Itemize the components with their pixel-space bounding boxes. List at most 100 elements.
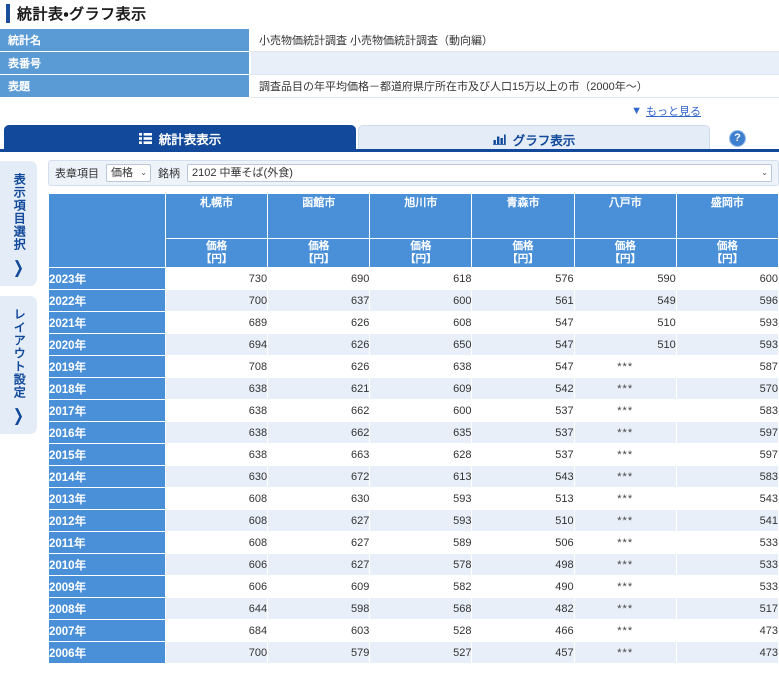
table-row: 2013年 608 630 593 513 *** 543 <box>48 487 779 510</box>
metadata-row-statistic-name: 統計名 小売物価統計調査 小売物価統計調査（動向編） <box>0 29 779 52</box>
table-cell-value: 510 <box>573 333 677 356</box>
unit-suffix: 【円】 <box>609 253 641 265</box>
row-header-year: 2023年 <box>48 267 166 290</box>
table-cell-value: 593 <box>675 333 779 356</box>
table-cell-value: 730 <box>164 267 269 290</box>
row-header-year: 2013年 <box>48 487 166 510</box>
sidebar-item-display-item-select[interactable]: 表示項目選択 ❯ <box>0 161 37 286</box>
table-cell-value: 700 <box>164 641 269 664</box>
metadata-label-table-title: 表題 <box>0 74 251 98</box>
table-cell-missing: *** <box>573 575 677 598</box>
table-row: 2017年 638 662 600 537 *** 583 <box>48 399 779 422</box>
row-header-year: 2019年 <box>48 355 166 378</box>
metadata-label-table-number: 表番号 <box>0 51 251 75</box>
table-cell-value: 582 <box>369 575 473 598</box>
side-tab-group: 表示項目選択 ❯ レイアウト設定 ❯ <box>0 161 37 444</box>
help-icon[interactable]: ? <box>729 130 746 147</box>
table-cell-value: 694 <box>164 333 269 356</box>
main-body: 表示項目選択 ❯ レイアウト設定 ❯ 表章項目 価格 ⌄ 銘柄 2102 中華そ… <box>0 152 779 664</box>
table-cell-value: 627 <box>267 553 371 576</box>
unit-name: 価格 <box>206 240 228 253</box>
table-body: 2023年 730 690 618 576 590 600 2022年 700 637 600 561… <box>48 267 779 664</box>
unit-name: 価格 <box>716 240 738 253</box>
unit-suffix: 【円】 <box>507 253 539 265</box>
table-cell-value: 590 <box>573 267 677 290</box>
table-cell-value: 662 <box>267 421 371 444</box>
hyosho-select-wrap: 価格 ⌄ <box>106 164 151 182</box>
row-header-year: 2008年 <box>48 597 166 620</box>
table-cell-value: 600 <box>369 399 473 422</box>
statistical-table-scroll[interactable]: 札幌市 函館市 旭川市 青森市 八戸市 盛岡市 価格 【円】 価格 【円】 価格 【円】 価格 【円】価… <box>48 193 779 664</box>
table-cell-value: 638 <box>164 399 269 422</box>
table-cell-value: 587 <box>675 355 779 378</box>
sidebar-item-layout-settings[interactable]: レイアウト設定 ❯ <box>0 296 37 434</box>
table-cell-missing: *** <box>573 465 677 488</box>
table-row: 2015年 638 663 628 537 *** 597 <box>48 443 779 466</box>
table-cell-missing: *** <box>573 553 677 576</box>
meigara-select-wrap: 2102 中華そば(外食) ⌄ <box>187 164 772 182</box>
table-cell-value: 600 <box>675 267 779 290</box>
table-cell-value: 547 <box>471 355 575 378</box>
table-cell-value: 597 <box>675 421 779 444</box>
table-cell-value: 630 <box>267 487 371 510</box>
bar-chart-icon <box>492 133 506 145</box>
table-cell-value: 473 <box>675 641 779 664</box>
tab-graph-view[interactable]: グラフ表示 <box>358 125 710 152</box>
show-more-link[interactable]: もっと見る <box>646 103 701 119</box>
table-cell-value: 568 <box>369 597 473 620</box>
list-icon <box>138 133 152 144</box>
table-cell-value: 650 <box>369 333 473 356</box>
table-cell-value: 638 <box>164 377 269 400</box>
table-cell-value: 517 <box>675 597 779 620</box>
table-cell-value: 547 <box>471 311 575 334</box>
table-cell-value: 543 <box>675 487 779 510</box>
table-cell-missing: *** <box>573 597 677 620</box>
table-cell-value: 609 <box>267 575 371 598</box>
table-cell-value: 608 <box>164 531 269 554</box>
table-corner-cell <box>48 193 166 268</box>
table-cell-value: 537 <box>471 443 575 466</box>
show-more-row: ▼ もっと見る <box>0 98 779 123</box>
column-header-city: 盛岡市 <box>675 193 779 239</box>
table-cell-value: 593 <box>369 487 473 510</box>
table-cell-value: 510 <box>573 311 677 334</box>
table-cell-value: 542 <box>471 377 575 400</box>
row-header-year: 2014年 <box>48 465 166 488</box>
tab-graph-view-label: グラフ表示 <box>512 133 576 148</box>
table-cell-value: 583 <box>675 465 779 488</box>
table-cell-value: 672 <box>267 465 371 488</box>
table-row: 2007年 684 603 528 466 *** 473 <box>48 619 779 642</box>
unit-name: 価格 <box>614 240 636 253</box>
table-cell-missing: *** <box>573 377 677 400</box>
table-cell-value: 609 <box>369 377 473 400</box>
meigara-label: 銘柄 <box>158 168 180 180</box>
row-header-year: 2012年 <box>48 509 166 532</box>
column-header-unit: 価格 【円】 <box>573 238 677 268</box>
tab-statistical-table[interactable]: 統計表表示 <box>4 125 356 152</box>
metadata-value-table-title: 調査品目の年平均価格－都道府県庁所在市及び人口15万以上の市（2000年～） <box>250 74 779 98</box>
table-cell-value: 578 <box>369 553 473 576</box>
table-cell-value: 627 <box>267 531 371 554</box>
hyosho-select[interactable]: 価格 <box>106 164 151 182</box>
table-cell-value: 533 <box>675 531 779 554</box>
meigara-select[interactable]: 2102 中華そば(外食) <box>187 164 772 182</box>
table-row: 2008年 644 598 568 482 *** 517 <box>48 597 779 620</box>
column-header-unit: 価格 【円】 <box>369 238 473 268</box>
chevron-right-icon: ❯ <box>13 257 24 278</box>
row-header-year: 2007年 <box>48 619 166 642</box>
table-cell-value: 473 <box>675 619 779 642</box>
title-accent-bar <box>6 4 10 23</box>
table-cell-value: 608 <box>369 311 473 334</box>
row-header-year: 2017年 <box>48 399 166 422</box>
table-cell-missing: *** <box>573 399 677 422</box>
unit-suffix: 【円】 <box>302 253 335 265</box>
row-header-year: 2016年 <box>48 421 166 444</box>
column-header-city: 函館市 <box>267 193 371 239</box>
statistical-table: 札幌市 函館市 旭川市 青森市 八戸市 盛岡市 価格 【円】 価格 【円】 価格 【円】 価格 【円】価… <box>48 193 779 664</box>
table-cell-value: 570 <box>675 377 779 400</box>
table-cell-value: 593 <box>369 509 473 532</box>
table-cell-value: 579 <box>267 641 371 664</box>
table-header-row-cities: 札幌市 函館市 旭川市 青森市 八戸市 盛岡市 <box>48 193 779 268</box>
table-cell-value: 700 <box>164 289 269 312</box>
table-filter-toolbar: 表章項目 価格 ⌄ 銘柄 2102 中華そば(外食) ⌄ <box>48 160 779 186</box>
